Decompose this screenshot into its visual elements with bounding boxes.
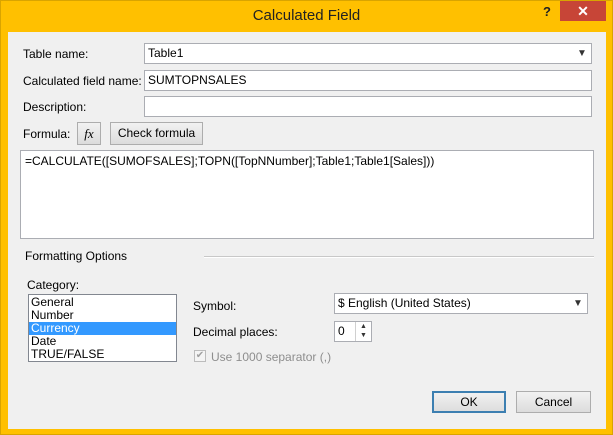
calc-field-name-value: SUMTOPNSALES xyxy=(148,73,247,87)
table-name-combo[interactable]: Table1 ▼ xyxy=(144,43,592,64)
symbol-combo[interactable]: $ English (United States) ▼ xyxy=(334,293,588,314)
close-button[interactable]: ✕ xyxy=(560,1,606,21)
decimal-places-value: 0 xyxy=(338,324,345,338)
description-label: Description: xyxy=(23,100,87,114)
checkmark-icon: ✔ xyxy=(195,350,205,361)
calculated-field-dialog: Calculated Field ? ✕ Table name: Table1 … xyxy=(0,0,613,435)
dialog-body: Table name: Table1 ▼ Calculated field na… xyxy=(8,32,606,429)
formula-text: =CALCULATE([SUMOFSALES];TOPN([TopNNumber… xyxy=(25,154,435,168)
chevron-down-icon: ▼ xyxy=(577,48,587,59)
spinner-buttons[interactable]: ▲ ▼ xyxy=(355,322,371,341)
formula-editor[interactable]: =CALCULATE([SUMOFSALES];TOPN([TopNNumber… xyxy=(20,150,594,239)
category-listbox[interactable]: General Number Currency Date TRUE/FALSE xyxy=(28,294,177,362)
separator-checkbox[interactable]: ✔ xyxy=(194,350,206,362)
close-icon: ✕ xyxy=(577,3,589,19)
spin-up-icon[interactable]: ▲ xyxy=(356,322,371,331)
symbol-value: $ English (United States) xyxy=(338,296,471,310)
title-bar[interactable]: Calculated Field ? ✕ xyxy=(1,1,612,32)
symbol-label: Symbol: xyxy=(193,299,237,313)
calc-field-name-input[interactable]: SUMTOPNSALES xyxy=(144,70,592,91)
chevron-down-icon: ▼ xyxy=(573,298,583,309)
insert-function-button[interactable]: fx xyxy=(77,122,101,145)
help-button[interactable]: ? xyxy=(536,2,558,22)
table-name-label: Table name: xyxy=(23,47,89,61)
decimal-places-stepper[interactable]: 0 ▲ ▼ xyxy=(334,321,372,342)
dialog-title: Calculated Field xyxy=(252,7,361,24)
category-label: Category: xyxy=(27,278,80,292)
separator-label: Use 1000 separator (,) xyxy=(211,350,332,364)
fx-icon: fx xyxy=(84,126,94,141)
section-divider xyxy=(204,256,594,258)
decimal-places-label: Decimal places: xyxy=(193,325,278,339)
category-item-true-false[interactable]: TRUE/FALSE xyxy=(29,348,176,361)
calc-field-name-label: Calculated field name: xyxy=(23,74,142,88)
cancel-button[interactable]: Cancel xyxy=(516,391,591,413)
spin-down-icon[interactable]: ▼ xyxy=(356,331,371,340)
ok-button[interactable]: OK xyxy=(432,391,506,413)
formatting-options-label: Formatting Options xyxy=(25,249,128,263)
table-name-value: Table1 xyxy=(148,46,184,60)
formula-label: Formula: xyxy=(23,127,71,141)
description-input[interactable] xyxy=(144,96,592,117)
check-formula-button[interactable]: Check formula xyxy=(110,122,203,145)
